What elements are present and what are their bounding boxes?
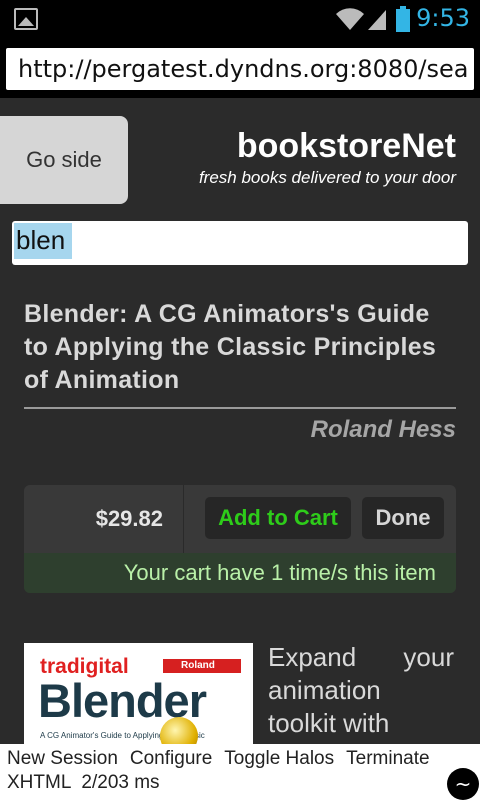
brand-header: bookstoreNet fresh books delivered to yo…	[199, 126, 456, 188]
render-timing: 2/203 ms	[81, 772, 160, 793]
battery-icon	[396, 6, 410, 32]
book-price: $29.82	[24, 485, 184, 553]
clock: 9:53	[416, 4, 470, 32]
terminate-link[interactable]: Terminate	[346, 748, 429, 769]
debug-toolbar: New Session Configure Toggle Halos Terminat…	[0, 744, 480, 800]
search-input[interactable]: blen	[12, 221, 468, 265]
book-author: Roland Hess	[310, 416, 456, 443]
book-cover-image[interactable]: tradigital Roland Hess Blender A CG Anim…	[24, 643, 253, 744]
add-to-cart-button[interactable]: Add to Cart	[205, 497, 351, 539]
toolbar-links: New Session Configure Toggle Halos Terminat…	[7, 748, 442, 770]
brand-name[interactable]: bookstoreNet	[199, 126, 456, 166]
go-side-button[interactable]: Go side	[0, 116, 128, 204]
picture-icon	[14, 8, 38, 30]
divider	[24, 407, 456, 409]
new-session-link[interactable]: New Session	[7, 748, 118, 769]
done-button[interactable]: Done	[362, 497, 444, 539]
status-bar: 9:53	[0, 0, 480, 38]
doc-type: XHTML	[7, 772, 72, 793]
wifi-icon	[336, 8, 364, 30]
browser-url-bar: http://pergatest.dyndns.org:8080/sea	[0, 38, 480, 98]
signal-icon	[368, 10, 386, 30]
search-input-value: blen	[16, 225, 66, 255]
cover-author-tag: Roland Hess	[163, 659, 241, 685]
brand-tagline: fresh books delivered to your door	[198, 168, 456, 187]
menu-button[interactable]: ~	[447, 768, 479, 800]
configure-link[interactable]: Configure	[130, 748, 212, 769]
page-content: Go side bookstoreNet fresh books deliver…	[0, 98, 480, 744]
url-field[interactable]: http://pergatest.dyndns.org:8080/sea	[6, 48, 474, 90]
book-description: Expand your animation toolkit with	[268, 642, 454, 738]
toggle-halos-link[interactable]: Toggle Halos	[224, 748, 334, 769]
url-text: http://pergatest.dyndns.org:8080/sea	[18, 55, 469, 83]
toolbar-meta: XHTML 2/203 ms	[7, 772, 170, 794]
cart-status: Your cart have 1 time/s this item	[24, 553, 456, 593]
book-title[interactable]: Blender: A CG Animators's Guide to Apply…	[24, 298, 456, 397]
cart-panel: $29.82 Add to Cart Done Your cart have 1…	[24, 485, 456, 593]
